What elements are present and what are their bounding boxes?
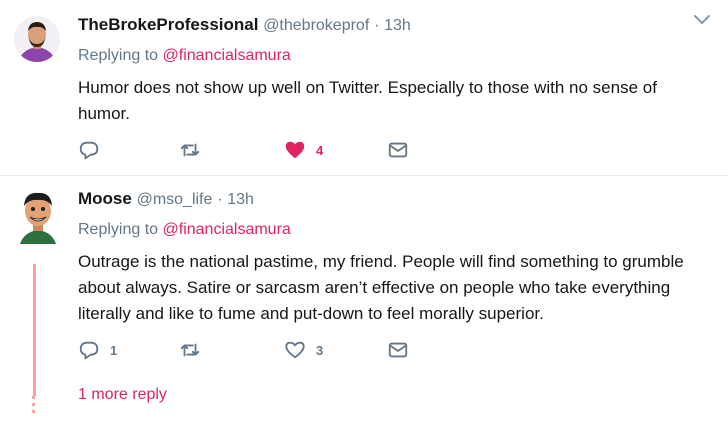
avatar-image [20,192,56,244]
avatar-thebrokeprof[interactable] [14,16,60,62]
separator-dot: · [374,17,380,34]
tweet-mso-life[interactable]: Moose @mso_life · 13h Replying to @finan… [0,176,728,424]
direct-message-button[interactable] [387,338,409,362]
avatar-mso-life[interactable] [14,188,62,244]
reply-icon [79,341,99,360]
tweet-actions: 4 [78,138,678,162]
tweet-thebrokeprof[interactable]: TheBrokeProfessional @thebrokeprof · 13h… [0,0,728,176]
replying-to: Replying to @financialsamura [78,219,708,241]
message-icon [388,142,408,158]
more-replies-link[interactable]: 1 more reply [78,386,167,404]
thread-connector [33,264,36,396]
timestamp[interactable]: 13h [384,17,411,34]
like-count: 4 [316,142,324,158]
replying-to: Replying to @financialsamura [78,45,708,67]
user-handle[interactable]: @thebrokeprof [263,17,369,34]
like-icon [285,341,305,359]
chevron-down-icon[interactable] [692,12,712,26]
display-name[interactable]: TheBrokeProfessional [78,15,258,34]
reply-button[interactable]: 1 [78,338,117,362]
reply-count: 1 [110,342,118,358]
reply-mention-link[interactable]: @financialsamura [163,221,291,238]
retweet-icon [180,143,200,157]
tweet-text: Outrage is the national pastime, my frie… [78,252,684,323]
like-button[interactable]: 3 [284,338,323,362]
like-icon [285,141,305,159]
direct-message-button[interactable] [387,138,409,162]
tweet-text: Humor does not show up well on Twitter. … [78,78,657,123]
retweet-button[interactable] [179,338,211,362]
replying-to-label: Replying to [78,221,159,238]
thread-dots [32,396,36,417]
tweet-actions: 1 3 [78,338,678,362]
like-button[interactable]: 4 [284,138,323,162]
message-icon [388,342,408,358]
reply-icon [79,141,99,160]
user-handle[interactable]: @mso_life [137,191,213,208]
reply-mention-link[interactable]: @financialsamura [163,47,291,64]
like-count: 3 [316,342,324,358]
tweet-header: TheBrokeProfessional @thebrokeprof · 13h [78,14,708,36]
timestamp[interactable]: 13h [227,191,254,208]
retweet-icon [180,343,200,357]
replying-to-label: Replying to [78,47,159,64]
tweet-header: Moose @mso_life · 13h [78,188,708,210]
avatar-image [14,16,60,62]
display-name[interactable]: Moose [78,189,132,208]
reply-button[interactable] [78,138,110,162]
retweet-button[interactable] [179,138,211,162]
separator-dot: · [217,191,223,208]
